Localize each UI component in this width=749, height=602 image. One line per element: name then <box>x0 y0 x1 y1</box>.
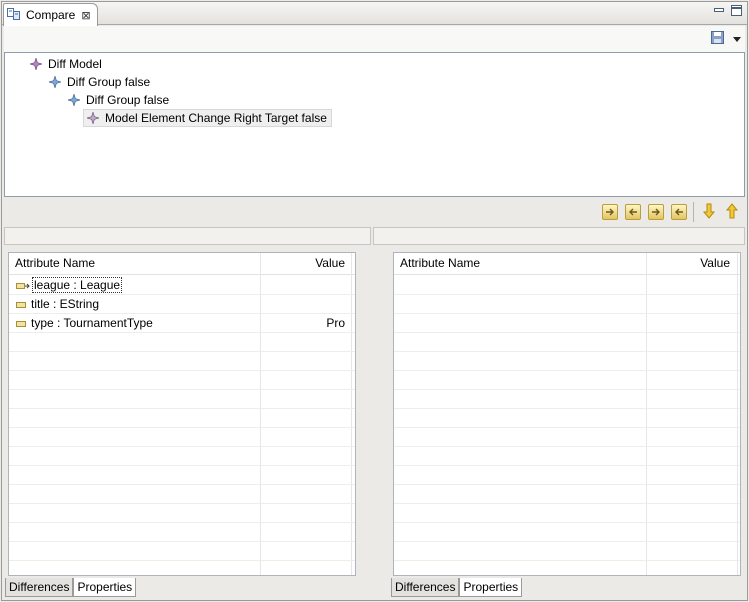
copy-right-to-left-icon[interactable] <box>671 204 687 220</box>
attribute-name-cell: title : EString <box>16 297 99 311</box>
previous-difference-arrow-up-icon[interactable] <box>725 203 739 222</box>
table-header: Attribute Name Value <box>394 253 740 275</box>
left-bottom-tabs: Differences Properties <box>5 577 137 597</box>
tab-differences[interactable]: Differences <box>5 578 74 597</box>
table-row-empty <box>394 485 740 504</box>
compare-view-icon <box>7 7 21 24</box>
table-row-empty <box>394 504 740 523</box>
tree-node-diff-model[interactable]: Diff Model <box>30 55 102 73</box>
diff-group-icon <box>49 76 61 88</box>
diff-group-icon <box>68 94 80 106</box>
column-header-attribute-name[interactable]: Attribute Name <box>15 256 95 270</box>
compare-view-tab[interactable]: Compare ⊠ <box>3 3 98 26</box>
table-row-empty <box>394 314 740 333</box>
right-content-header <box>373 227 745 245</box>
table-row[interactable]: title : EString <box>9 295 355 314</box>
right-properties-table[interactable]: Attribute Name Value <box>393 252 741 576</box>
table-row-empty <box>394 409 740 428</box>
table-row-empty <box>394 276 740 295</box>
table-row[interactable]: type : TournamentType Pro <box>9 314 355 333</box>
table-row-empty <box>9 447 355 466</box>
tree-node-label: Diff Model <box>48 57 102 71</box>
table-header: Attribute Name Value <box>9 253 355 275</box>
compare-toolbar <box>4 26 745 52</box>
table-row-empty <box>394 295 740 314</box>
tab-properties[interactable]: Properties <box>73 578 137 597</box>
table-row-empty <box>9 466 355 485</box>
toolbar-separator <box>693 202 694 222</box>
copy-left-to-right-icon[interactable] <box>648 204 664 220</box>
minimize-icon[interactable] <box>713 5 725 20</box>
tab-properties[interactable]: Properties <box>459 578 523 597</box>
table-row-empty <box>9 409 355 428</box>
tree-node-diff-group[interactable]: Diff Group false <box>68 91 169 109</box>
copy-all-right-to-left-icon[interactable] <box>625 204 641 220</box>
left-properties-table[interactable]: Attribute Name Value league : League tit… <box>8 252 356 576</box>
next-difference-arrow-down-icon[interactable] <box>702 203 716 222</box>
tree-node-label: Diff Group false <box>67 75 151 89</box>
column-header-value[interactable]: Value <box>315 256 345 270</box>
column-header-attribute-name[interactable]: Attribute Name <box>400 256 480 270</box>
table-row[interactable]: league : League <box>9 276 355 295</box>
table-row-empty <box>9 352 355 371</box>
table-row-empty <box>394 333 740 352</box>
value-cell: Pro <box>326 316 345 330</box>
attribute-icon <box>16 320 26 327</box>
table-row-empty <box>394 447 740 466</box>
table-row-empty <box>394 523 740 542</box>
table-row-empty <box>394 542 740 561</box>
table-row-empty <box>9 523 355 542</box>
tree-node-model-element-change[interactable]: Model Element Change Right Target false <box>83 109 332 127</box>
tree-node-label: Diff Group false <box>86 93 170 107</box>
tab-differences[interactable]: Differences <box>391 578 460 597</box>
table-row-empty <box>9 542 355 561</box>
table-row-empty <box>394 371 740 390</box>
table-row-empty <box>394 390 740 409</box>
reference-icon <box>16 279 30 293</box>
view-tab-strip <box>2 2 747 25</box>
attribute-name-cell: type : TournamentType <box>16 316 153 330</box>
view-tab-title: Compare <box>26 8 76 22</box>
attribute-icon <box>16 301 26 308</box>
table-row-empty <box>394 466 740 485</box>
model-element-change-icon <box>87 112 99 124</box>
table-row-empty <box>9 390 355 409</box>
tree-node-label: Model Element Change Right Target false <box>105 111 327 125</box>
close-tab-icon[interactable]: ⊠ <box>81 9 90 22</box>
view-menu-chevron-down-icon[interactable] <box>733 33 742 47</box>
table-row-empty <box>9 428 355 447</box>
table-row-empty <box>9 371 355 390</box>
table-row-empty <box>9 485 355 504</box>
attribute-name-cell: league : League <box>16 277 123 293</box>
tree-node-diff-group[interactable]: Diff Group false <box>49 73 150 91</box>
maximize-icon[interactable] <box>730 4 743 20</box>
column-header-value[interactable]: Value <box>700 256 730 270</box>
table-row-empty <box>394 428 740 447</box>
diff-tree[interactable]: Diff Model Diff Group false Diff Group f… <box>4 52 745 197</box>
table-row-empty <box>9 333 355 352</box>
diff-model-icon <box>30 58 42 70</box>
copy-all-left-to-right-icon[interactable] <box>602 204 618 220</box>
right-bottom-tabs: Differences Properties <box>391 577 523 597</box>
table-row-empty <box>394 352 740 371</box>
save-icon[interactable] <box>710 30 726 49</box>
left-content-header <box>4 227 371 245</box>
table-row-empty <box>9 504 355 523</box>
